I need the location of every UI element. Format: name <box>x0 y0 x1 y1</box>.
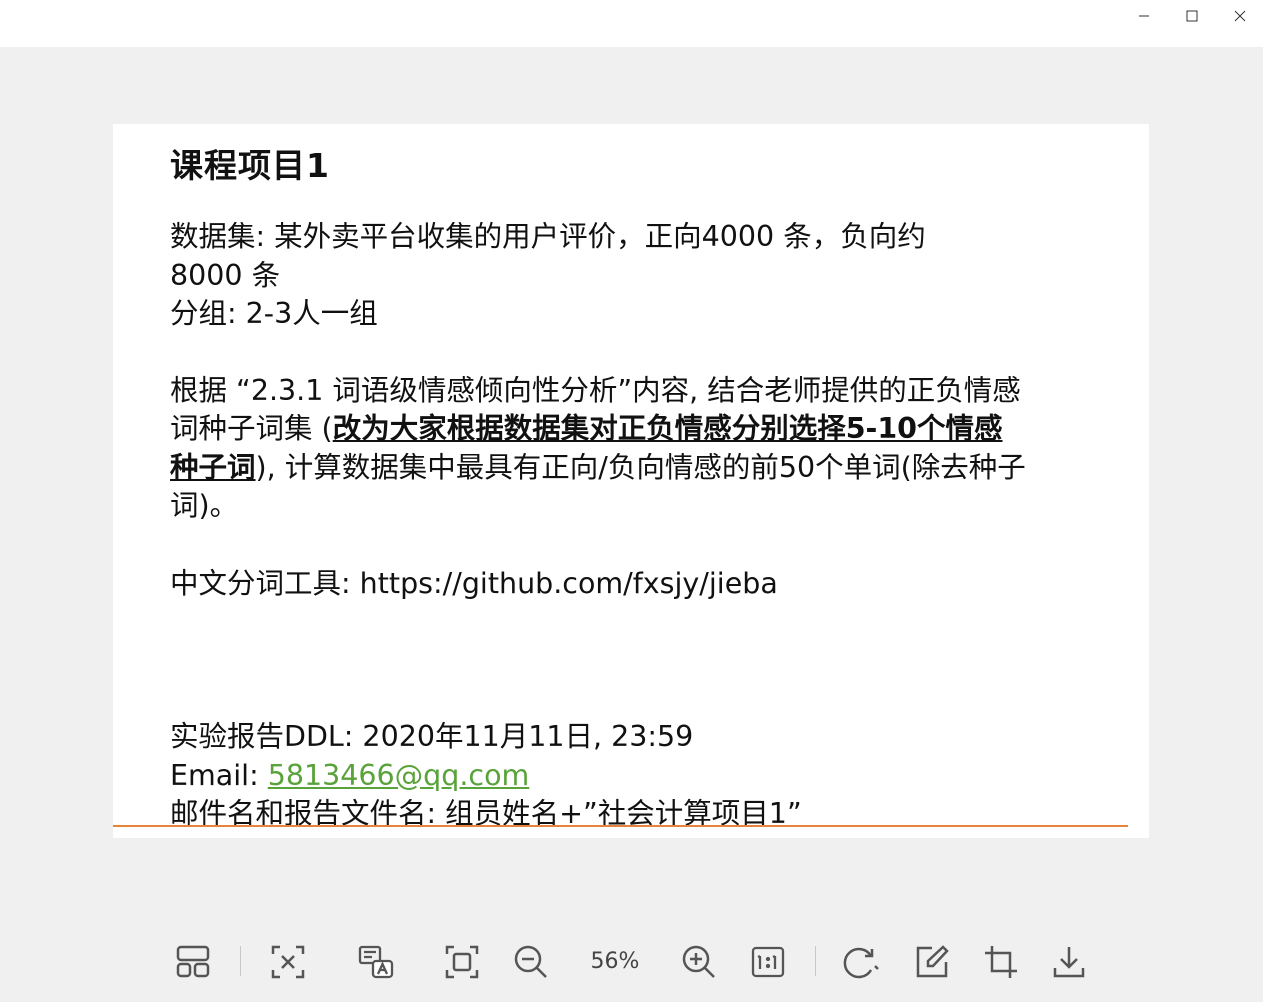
rotate-button[interactable] <box>839 940 883 984</box>
edit-button[interactable] <box>910 940 954 984</box>
zoom-in-button[interactable] <box>677 940 721 984</box>
actual-size-button[interactable] <box>746 940 790 984</box>
viewer-toolbar: 56% <box>0 940 1263 986</box>
maximize-button[interactable] <box>1169 0 1215 32</box>
ocr-icon <box>357 944 395 980</box>
maximize-icon <box>1186 10 1198 22</box>
select-icon <box>270 944 306 980</box>
dataset-paragraph: 数据集: 某外卖平台收集的用户评价，正向4000 条，负向约 8000 条 分组… <box>170 218 1070 334</box>
close-button[interactable] <box>1217 0 1263 32</box>
group-line: 分组: 2-3人一组 <box>170 297 378 330</box>
layout-button[interactable] <box>171 940 215 984</box>
rotate-icon <box>841 944 881 980</box>
zoom-in-icon <box>681 944 717 980</box>
actual-size-icon <box>750 944 786 980</box>
select-button[interactable] <box>266 940 310 984</box>
slide-content: 课程项目1 数据集: 某外卖平台收集的用户评价，正向4000 条，负向约 800… <box>170 146 1070 834</box>
edit-icon <box>914 944 950 980</box>
dataset-line: 数据集: 某外卖平台收集的用户评价，正向4000 条，负向约 <box>170 220 926 253</box>
crop-button[interactable] <box>979 940 1023 984</box>
slide-title: 课程项目1 <box>170 146 330 185</box>
fit-screen-icon <box>444 944 480 980</box>
layout-icon <box>175 944 211 980</box>
zoom-out-button[interactable] <box>509 940 553 984</box>
toolbar-separator <box>815 946 816 976</box>
minimize-icon <box>1138 10 1150 22</box>
ocr-button[interactable] <box>354 940 398 984</box>
deadline-paragraph: 实验报告DDL: 2020年11月11日, 23:59 Email: 58134… <box>170 718 1070 834</box>
zoom-level: 56% <box>590 949 640 974</box>
dataset-line-continued: 8000 条 <box>170 258 281 292</box>
close-icon <box>1234 10 1246 22</box>
title-bar <box>0 0 1263 47</box>
task-text-end: ), 计算数据集中最具有正向/负向情感的前50个单词(除去种子词)。 <box>170 450 1026 523</box>
download-icon <box>1051 944 1087 980</box>
ddl-line: 实验报告DDL: 2020年11月11日, 23:59 <box>170 720 694 753</box>
task-paragraph: 根据 “2.3.1 词语级情感倾向性分析”内容, 结合老师提供的正负情感词种子词… <box>170 372 1030 526</box>
toolbar-separator <box>240 946 241 976</box>
crop-icon <box>983 944 1019 980</box>
zoom-out-icon <box>513 944 549 980</box>
download-button[interactable] <box>1047 940 1091 984</box>
slide-image: 课程项目1 数据集: 某外卖平台收集的用户评价，正向4000 条，负向约 800… <box>113 124 1149 838</box>
minimize-button[interactable] <box>1121 0 1167 32</box>
fit-screen-button[interactable] <box>440 940 484 984</box>
email-label: Email: <box>170 758 268 792</box>
accent-rule <box>113 825 1128 827</box>
tool-line: 中文分词工具: https://github.com/fxsjy/jieba <box>170 566 778 600</box>
email-link[interactable]: 5813466@qq.com <box>268 759 530 792</box>
